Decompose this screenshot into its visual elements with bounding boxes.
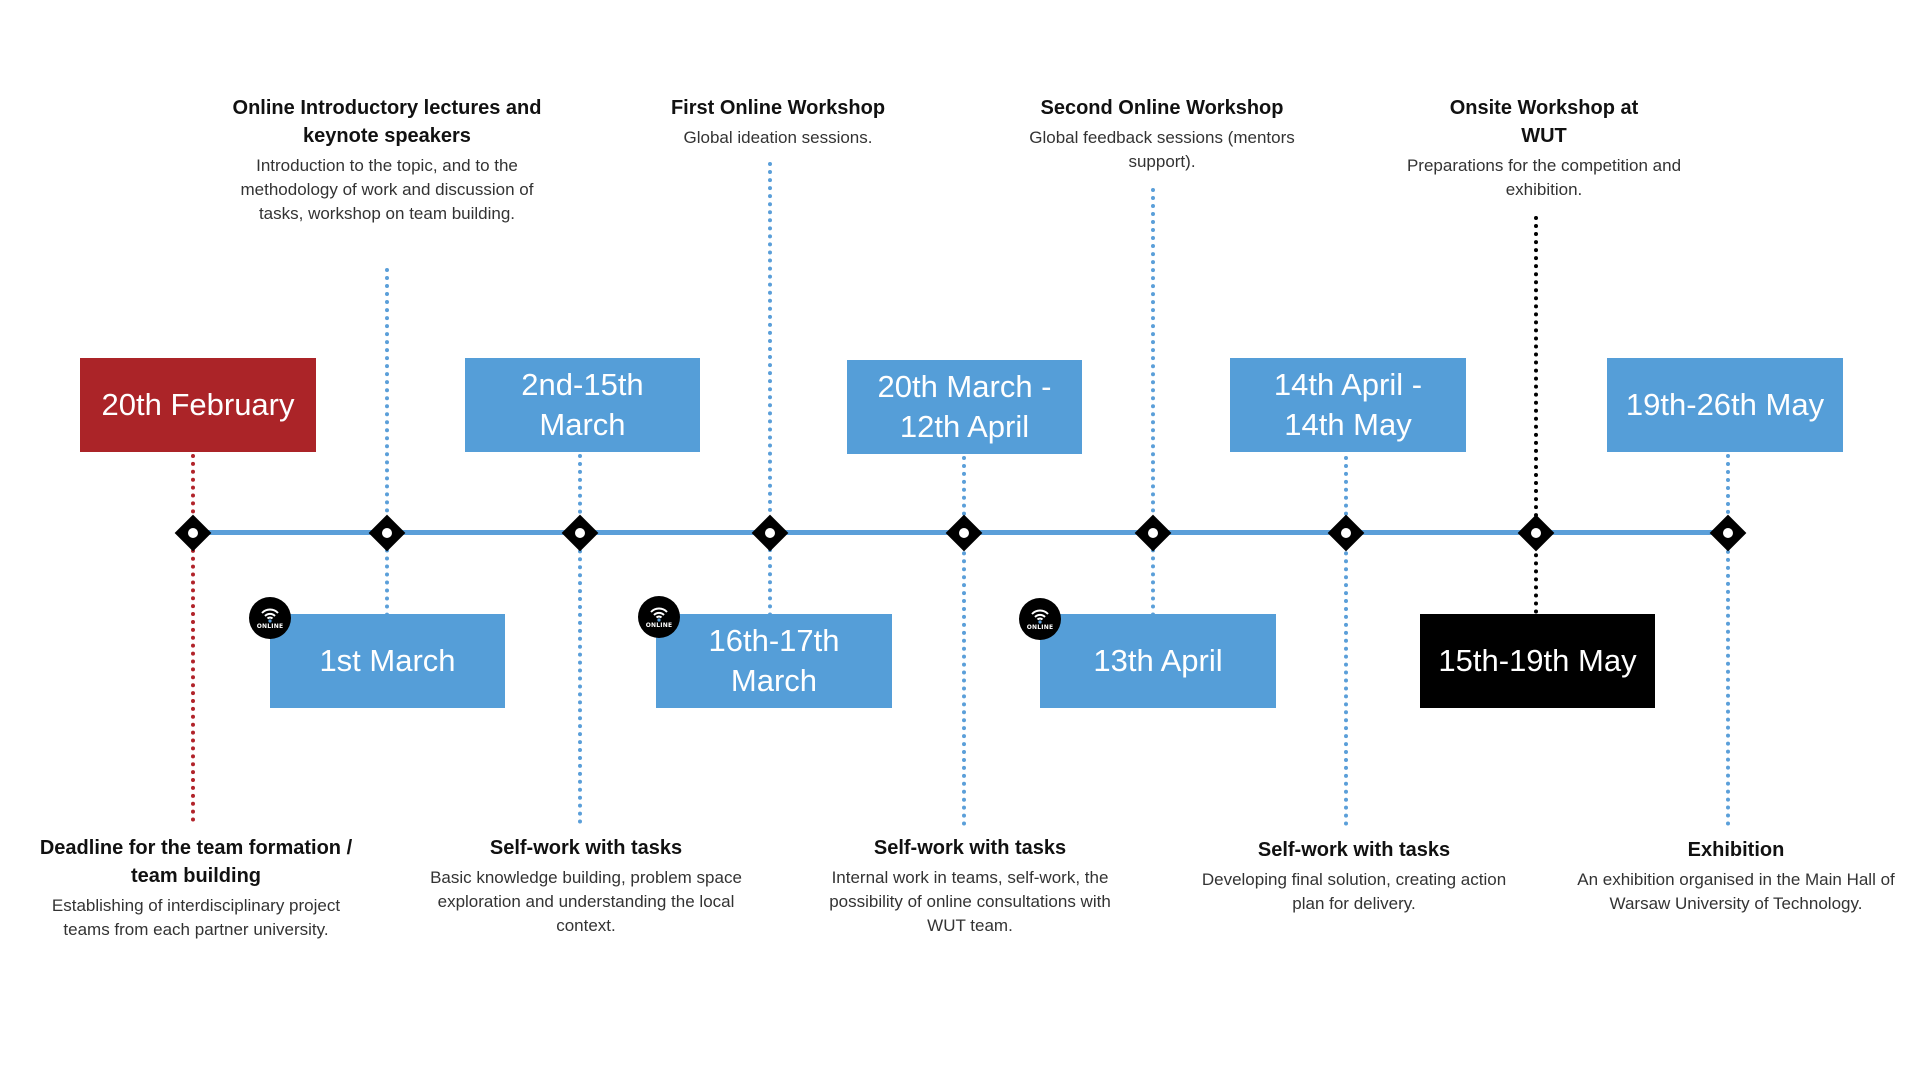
bottom-label-self-work-3: Self-work with tasks Developing final so…	[1194, 836, 1514, 916]
date-box-mar1: 1st March	[270, 614, 505, 708]
event-title: First Online Workshop	[670, 97, 886, 119]
event-description: Basic knowledge building, problem space …	[430, 868, 742, 935]
milestone-node-may15-19[interactable]	[1517, 514, 1555, 552]
milestone-node-mar16-17[interactable]	[751, 514, 789, 552]
connector-feb20	[191, 454, 195, 822]
event-description: Internal work in teams, self-work, the p…	[829, 868, 1111, 935]
connector-mar1	[385, 268, 389, 617]
date-box-mar20-apr12: 20th March - 12th April	[847, 360, 1082, 454]
date-box-label: 19th-26th May	[1625, 387, 1825, 422]
event-description: Global feedback sessions (mentors suppor…	[1029, 128, 1295, 171]
milestone-node-apr13[interactable]	[1134, 514, 1172, 552]
date-box-may19-26: 19th-26th May	[1607, 358, 1843, 452]
milestone-node-apr14-may14[interactable]	[1327, 514, 1365, 552]
date-box-mar16-17: 16th-17th March	[656, 614, 892, 708]
wifi-icon	[1031, 609, 1049, 624]
milestone-node-feb20[interactable]	[174, 514, 212, 552]
milestone-node-mar1[interactable]	[368, 514, 406, 552]
event-description: Global ideation sessions.	[683, 128, 873, 147]
date-box-label: 1st March	[319, 643, 456, 678]
event-description: Developing final solution, creating acti…	[1201, 870, 1507, 913]
bottom-label-self-work-2: Self-work with tasks Internal work in te…	[815, 834, 1125, 938]
event-title: Second Online Workshop	[1040, 97, 1284, 119]
event-title: Onsite Workshop at WUT	[1449, 97, 1639, 147]
date-box-label: 20th March - 12th April	[877, 369, 1052, 444]
top-label-intro-lectures: Online Introductory lectures and keynote…	[222, 94, 552, 226]
online-badge-mar1: ONLINE	[249, 597, 291, 639]
connector-apr14-may14	[1344, 456, 1348, 826]
milestone-node-mar20-apr12[interactable]	[945, 514, 983, 552]
date-box-label: 2nd-15th March	[521, 367, 644, 442]
top-label-first-workshop: First Online Workshop Global ideation se…	[618, 94, 938, 150]
event-description: Establishing of interdisciplinary projec…	[51, 896, 341, 939]
event-title: Self-work with tasks	[873, 837, 1067, 859]
date-box-apr14-may14: 14th April - 14th May	[1230, 358, 1466, 452]
date-box-label: 14th April - 14th May	[1273, 367, 1423, 442]
milestone-node-mar2-15[interactable]	[561, 514, 599, 552]
date-box-mar2-15: 2nd-15th March	[465, 358, 700, 452]
event-title: Deadline for the team formation / team b…	[39, 837, 353, 887]
connector-may19-26	[1726, 454, 1730, 826]
date-box-label: 20th February	[101, 387, 295, 422]
bottom-label-self-work-1: Self-work with tasks Basic knowledge bui…	[421, 834, 751, 938]
connector-mar2-15	[578, 454, 582, 824]
connector-apr13	[1151, 188, 1155, 617]
date-box-label: 15th-19th May	[1438, 643, 1637, 678]
online-badge-label: ONLINE	[645, 621, 673, 629]
online-badge-label: ONLINE	[256, 622, 284, 630]
connector-mar20-apr12	[962, 456, 966, 826]
date-box-label: 13th April	[1093, 643, 1223, 678]
top-label-onsite-workshop: Onsite Workshop at WUT Preparations for …	[1394, 94, 1694, 202]
date-box-feb20: 20th February	[80, 358, 316, 452]
connector-may15-19	[1534, 216, 1538, 614]
event-description: Introduction to the topic, and to the me…	[240, 156, 534, 223]
date-box-apr13: 13th April	[1040, 614, 1276, 708]
event-description: An exhibition organised in the Main Hall…	[1577, 870, 1895, 913]
event-description: Preparations for the competition and exh…	[1406, 156, 1682, 199]
date-box-label: 16th-17th March	[708, 623, 840, 698]
event-title: Self-work with tasks	[1257, 839, 1451, 861]
wifi-icon	[650, 607, 668, 622]
wifi-icon	[261, 608, 279, 623]
event-title: Exhibition	[1687, 839, 1785, 861]
milestone-node-may19-26[interactable]	[1709, 514, 1747, 552]
bottom-label-exhibition: Exhibition An exhibition organised in th…	[1566, 836, 1906, 916]
top-label-second-workshop: Second Online Workshop Global feedback s…	[1002, 94, 1322, 174]
online-badge-label: ONLINE	[1026, 623, 1054, 631]
online-badge-mar16-17: ONLINE	[638, 596, 680, 638]
date-box-may15-19: 15th-19th May	[1420, 614, 1655, 708]
event-title: Online Introductory lectures and keynote…	[232, 97, 542, 147]
event-title: Self-work with tasks	[489, 837, 683, 859]
online-badge-apr13: ONLINE	[1019, 598, 1061, 640]
bottom-label-team-formation: Deadline for the team formation / team b…	[26, 834, 366, 942]
